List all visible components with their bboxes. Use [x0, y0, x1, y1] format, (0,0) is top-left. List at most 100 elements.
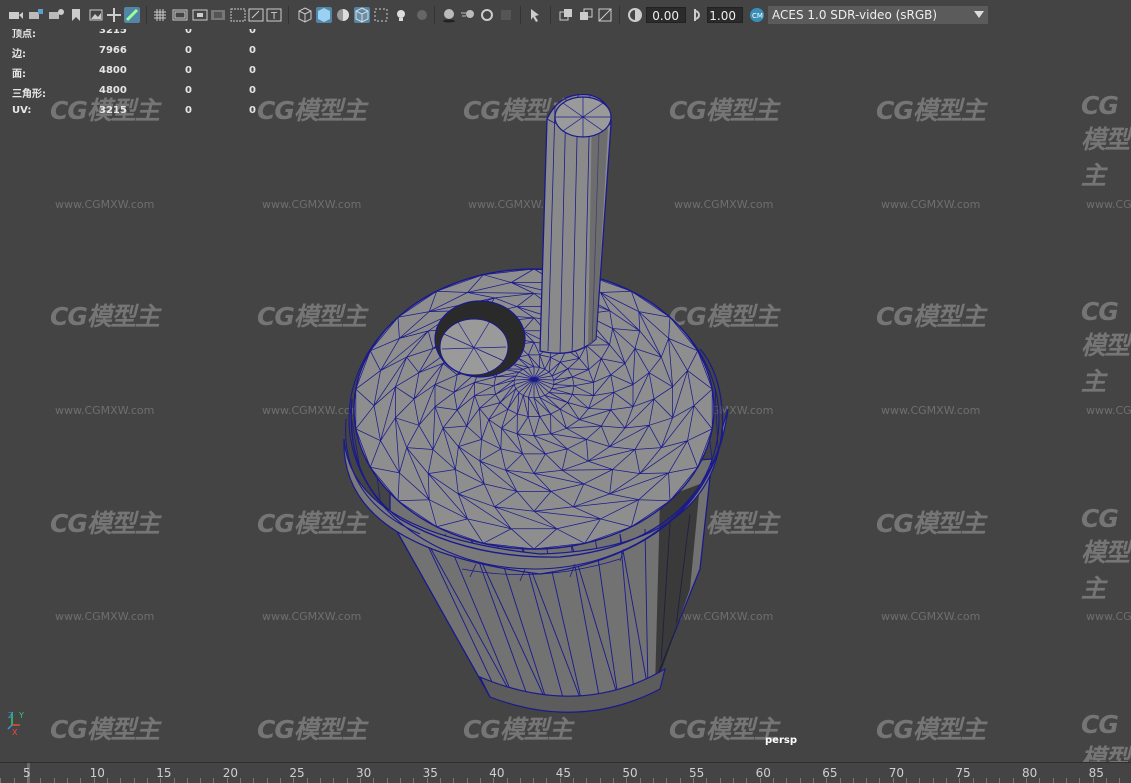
wireframe-icon[interactable] — [297, 7, 313, 23]
grid-icon[interactable] — [152, 7, 168, 23]
film-gate-icon[interactable] — [172, 7, 188, 23]
timeline-tick — [999, 778, 1001, 783]
hud-row-value: 0 — [185, 29, 192, 36]
hud-row-value: 0 — [249, 105, 256, 116]
2d-pan-zoom-icon[interactable] — [106, 7, 122, 23]
timeline-tick-label: 20 — [222, 766, 239, 780]
timeline-tick — [360, 778, 361, 783]
camera-select-icon[interactable] — [8, 7, 24, 23]
timeline-tick — [493, 778, 495, 783]
bookmark-icon[interactable] — [68, 7, 84, 23]
timeline-tick — [186, 778, 188, 783]
bookmark-camera-icon[interactable] — [48, 7, 64, 23]
timeline-tick — [533, 778, 535, 783]
timeline-tick — [879, 778, 881, 783]
shadows-icon[interactable] — [414, 7, 430, 23]
gate-mask-icon[interactable] — [210, 7, 226, 23]
timeline-tick — [559, 778, 561, 783]
field-chart-icon[interactable] — [230, 7, 246, 23]
timeline-tick — [386, 778, 388, 783]
timeline-tick — [27, 778, 28, 783]
hud-row-label: 顶点: — [12, 29, 36, 40]
timeline-tick — [226, 778, 228, 783]
isolate-select-icon[interactable] — [528, 7, 544, 23]
axis-x-label: X — [12, 728, 18, 735]
timeline-tick — [253, 778, 255, 783]
timeline-tick — [1065, 778, 1067, 783]
camera-attributes-icon[interactable] — [28, 7, 44, 23]
time-slider[interactable]: 5 10 15 20 25 30 35 40 45 50 55 60 65 70 75 80 85 — [0, 762, 1131, 783]
timeline-tick — [200, 778, 202, 783]
safe-title-icon[interactable]: T — [266, 7, 282, 23]
timeline-tick — [932, 778, 934, 783]
timeline-tick — [613, 778, 615, 783]
timeline-tick — [66, 778, 68, 783]
viewport-toolbar: T 0.00 1.00 CM ACES 1.0 SDR-video (sRGB) — [0, 0, 1131, 29]
grease-pencil-icon[interactable] — [124, 7, 140, 23]
timeline-tick — [13, 778, 15, 783]
gamma-field[interactable]: 1.00 — [707, 7, 743, 23]
view-axis-icon: Y Z X — [7, 711, 24, 735]
timeline-tick-label: 45 — [555, 766, 572, 780]
timeline-tick — [986, 778, 988, 783]
hud-row-value: 0 — [249, 65, 256, 76]
exposure-field[interactable]: 0.00 — [646, 7, 686, 23]
resolution-gate-icon[interactable] — [192, 7, 208, 23]
timeline-tick — [626, 778, 628, 783]
timeline-tick — [240, 778, 242, 783]
svg-text:T: T — [270, 11, 278, 22]
timeline-tick — [40, 778, 42, 783]
timeline-tick — [293, 778, 295, 783]
hud-row-label: 面: — [12, 69, 26, 80]
gamma-icon[interactable] — [690, 7, 706, 23]
xray-active-components-icon[interactable] — [578, 7, 594, 23]
hud-row-value: 0 — [185, 65, 192, 76]
exposure-icon[interactable] — [627, 7, 643, 23]
hud-row-value: 3215 — [99, 105, 127, 116]
chevron-down-icon — [974, 11, 984, 18]
motion-blur-icon[interactable] — [460, 7, 476, 23]
image-plane-icon[interactable] — [88, 7, 104, 23]
hud-row-label: UV: — [12, 105, 32, 116]
depth-of-field-icon[interactable] — [498, 7, 514, 23]
hud-row: 三角形: 4800 0 0 — [12, 85, 272, 100]
timeline-tick-label: 55 — [689, 766, 705, 780]
persp-viewport[interactable]: CG模型主 CG模型主 CG模型主 CG模型主 CG模型主 CG模型主 CG模型主 CG模型主… — [0, 29, 1131, 762]
color-management-dropdown[interactable]: ACES 1.0 SDR-video (sRGB) — [768, 6, 988, 24]
timeline-tick — [519, 778, 521, 783]
color-management-icon[interactable]: CM — [749, 7, 765, 23]
timeline-tick — [1012, 778, 1014, 783]
timeline-tick — [173, 778, 175, 783]
xray-icon[interactable] — [373, 7, 389, 23]
timeline-tick — [772, 778, 774, 783]
anti-aliasing-icon[interactable] — [479, 7, 495, 23]
timeline-tick — [826, 778, 828, 783]
hud-row-value: 0 — [185, 45, 192, 56]
timeline-tick — [1052, 778, 1054, 783]
timeline-tick-label: 15 — [156, 766, 172, 780]
wireframe-on-shaded-icon[interactable] — [354, 7, 370, 23]
timeline-tick — [1079, 778, 1081, 783]
hud-row-value: 0 — [249, 45, 256, 56]
timeline-tick — [546, 778, 548, 783]
timeline-tick-label: 10 — [89, 766, 105, 780]
timeline-tick — [1119, 778, 1121, 783]
timeline-tick — [639, 778, 641, 783]
camera-name-label: persp — [765, 735, 797, 746]
timeline-tick — [759, 778, 761, 783]
safe-action-icon[interactable] — [248, 7, 264, 23]
backface-culling-icon[interactable] — [597, 7, 613, 23]
xray-joints-icon[interactable] — [558, 7, 574, 23]
lighting-icon[interactable] — [393, 7, 409, 23]
color-management-label: ACES 1.0 SDR-video (sRGB) — [772, 8, 938, 22]
timeline-tick — [1105, 778, 1107, 783]
timeline-tick — [53, 778, 55, 783]
smooth-shade-icon[interactable] — [316, 7, 332, 23]
timeline-tick — [666, 778, 668, 783]
cup-model-wireframe[interactable] — [0, 29, 1131, 762]
axis-y-label: Y — [18, 711, 24, 720]
hud-row-value: 3215 — [99, 29, 127, 36]
ambient-occlusion-icon[interactable] — [441, 7, 457, 23]
timeline-tick — [693, 778, 694, 783]
default-material-icon[interactable] — [335, 7, 351, 23]
